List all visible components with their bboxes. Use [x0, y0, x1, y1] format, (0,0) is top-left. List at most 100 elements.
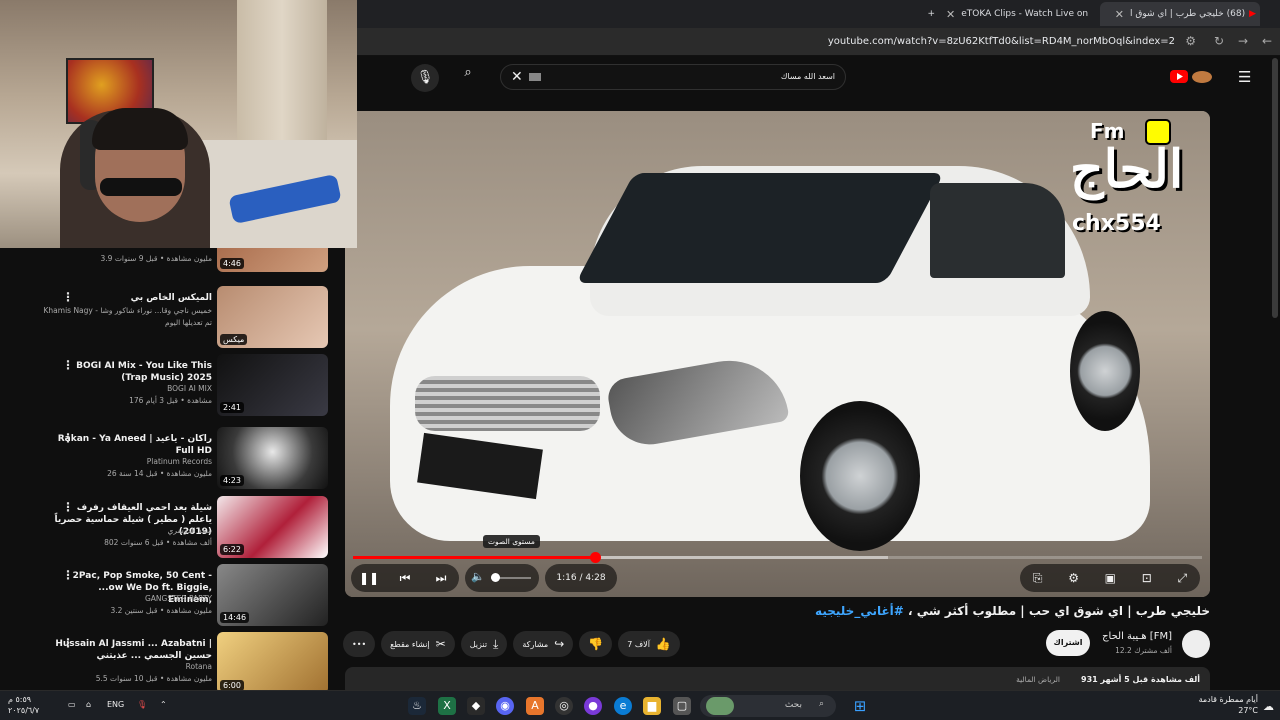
search-icon: ⌕	[464, 65, 472, 80]
task-view-icon[interactable]: ▢	[673, 697, 691, 715]
more-options-icon[interactable]: ⋮	[62, 358, 74, 372]
cast-icon[interactable]: ⊡	[1142, 571, 1152, 585]
channel-name[interactable]: Rotana	[42, 662, 212, 671]
channel-name[interactable]: GANGSTER PARTY	[42, 594, 212, 603]
obs-icon[interactable]: ◎	[555, 697, 573, 715]
video-title[interactable]: الميكس الخاص بي	[52, 292, 212, 304]
video-thumbnail[interactable]: 4:46	[217, 248, 328, 272]
weather-widget[interactable]: أيام ممطرة قادمة 27°C	[1199, 694, 1258, 716]
volume-control[interactable]: 🔈	[465, 564, 539, 592]
thumbs-down-icon: 👎	[588, 637, 604, 651]
tray-overflow-icon[interactable]: ⌃	[160, 700, 167, 709]
keyboard-icon[interactable]	[529, 73, 541, 81]
volume-handle[interactable]	[491, 573, 500, 582]
share-button[interactable]: مشاركة ↪	[513, 631, 574, 657]
channel-avatar[interactable]	[1182, 630, 1210, 658]
previous-button[interactable]: ⏮	[387, 564, 423, 592]
list-item[interactable]: 6:00 Hussain Al Jassmi ... Azabatni | حس…	[0, 632, 340, 690]
channel-name[interactable]: سعد الدوسري	[42, 526, 212, 535]
streamlabs-icon[interactable]: A	[526, 697, 544, 715]
video-title[interactable]: Rakan - Ya Aneed | راكان - ياعيد Full HD	[52, 433, 212, 457]
notification-icon[interactable]: ▭	[68, 700, 76, 709]
search-value: اسعد الله مساك	[780, 72, 835, 81]
more-options-icon[interactable]: ⋮	[62, 636, 74, 650]
channel-name[interactable]: BOGI AI MIX	[42, 384, 212, 393]
subtitles-icon[interactable]: ⎘	[1033, 571, 1043, 586]
search-input[interactable]: ✕ اسعد الله مساك	[500, 64, 846, 90]
hamburger-menu-icon[interactable]: ☰	[1238, 68, 1251, 86]
hashtag-link[interactable]: #أغاني_خليجيه	[815, 604, 904, 618]
file-explorer-icon[interactable]: ▆	[643, 697, 661, 715]
car-windshield	[575, 173, 945, 283]
chrome-canary-icon[interactable]: ●	[584, 697, 602, 715]
mic-icon: 🎙	[416, 70, 434, 85]
video-thumbnail[interactable]: 14:46	[217, 564, 328, 626]
voice-search-button[interactable]: 🎙	[411, 64, 439, 92]
progress-bar[interactable]	[353, 552, 1202, 563]
video-player[interactable]: Fm الحاج chx554 مستوى الصوت ❚❚ ⏮ ⏭ 🔈 1:1…	[345, 111, 1210, 597]
tab-active[interactable]: ▶ (68) خليجي طرب | اي شوق ا ✕	[1100, 2, 1260, 26]
more-actions-button[interactable]: •••	[343, 631, 376, 657]
pause-button[interactable]: ❚❚	[351, 564, 387, 592]
microphone-tray-icon[interactable]: 🎙	[137, 700, 147, 709]
close-tab-icon[interactable]: ✕	[1115, 8, 1124, 21]
url-field[interactable]: youtube.com/watch?v=8zU62KtfTd0&list=RD4…	[828, 36, 1175, 47]
list-item[interactable]: 14:46 2Pac, Pop Smoke, 50 Cent - ...ow W…	[0, 564, 340, 630]
steam-icon[interactable]: ♨	[408, 697, 426, 715]
list-item[interactable]: 6:22 شيلة بعد احمي العيقاف رفرف ياعلم ( …	[0, 496, 340, 562]
reload-icon[interactable]: ↻	[1214, 34, 1224, 48]
taskbar: ٥:٥٩ م ٢٠٢٥/٦/٧ ▭ ⌂ ENG 🎙 ⌃ ♨ X ◆ ◉ A ◎ …	[0, 690, 1280, 720]
more-options-icon[interactable]: ⋮	[62, 290, 74, 304]
forward-icon[interactable]: →	[1238, 34, 1248, 48]
channel-name[interactable]: هـيبة الحاج [FM]	[1102, 631, 1172, 642]
video-thumbnail[interactable]: ميكس	[217, 286, 328, 348]
fullscreen-icon[interactable]: ⤢	[1178, 571, 1188, 586]
subscribe-button[interactable]: اشتراك	[1046, 630, 1090, 656]
tab-inactive[interactable]: ✕ eTOKA Clips - Watch Live on K K	[940, 2, 1090, 26]
network-icon[interactable]: ⌂	[86, 700, 91, 709]
like-button[interactable]: 7 آلاف 👍	[618, 631, 680, 657]
video-thumbnail[interactable]: 4:23	[217, 427, 328, 489]
dislike-button[interactable]: 👎	[579, 631, 613, 657]
close-tab-icon[interactable]: ✕	[946, 8, 955, 21]
youtube-logo[interactable]	[1170, 68, 1212, 84]
clear-search-icon[interactable]: ✕	[511, 69, 523, 85]
settings-gear-icon[interactable]: ⚙	[1068, 571, 1079, 585]
windows-start-icon[interactable]: ⊞	[851, 697, 869, 715]
next-button[interactable]: ⏭	[423, 564, 459, 592]
list-item[interactable]: 4:46 3.9 مليون مشاهدة • قبل 9 سنوات	[0, 248, 340, 276]
video-title[interactable]: Hussain Al Jassmi ... Azabatni | حسين ال…	[52, 638, 212, 662]
edge-icon[interactable]: e	[614, 697, 632, 715]
description-tags: الرياض المالية	[1016, 675, 1060, 684]
front-wheel	[800, 401, 920, 551]
video-title[interactable]: BOGI AI Mix - You Like This (Trap Music)…	[52, 360, 212, 384]
volume-icon[interactable]: 🔈	[471, 570, 485, 583]
search-button[interactable]: ⌕	[455, 65, 481, 91]
channel-name[interactable]: Platinum Records	[42, 457, 212, 466]
miniplayer-icon[interactable]: ▣	[1105, 571, 1116, 585]
scrubber-handle[interactable]	[589, 552, 601, 563]
more-options-icon[interactable]: ⋮	[62, 431, 74, 445]
video-thumbnail[interactable]: 6:22	[217, 496, 328, 558]
channel-name[interactable]: Khamis Nagy - خميس ناجي وقا... نوراء شاك…	[42, 306, 213, 315]
download-button[interactable]: تنزيل ⤓	[460, 631, 508, 657]
language-indicator[interactable]: ENG	[107, 700, 124, 709]
back-icon[interactable]: ←	[1262, 34, 1272, 48]
discord-icon[interactable]: ◉	[496, 697, 514, 715]
clock[interactable]: ٥:٥٩ م ٢٠٢٥/٦/٧	[8, 694, 39, 716]
list-item[interactable]: 2:41 BOGI AI Mix - You Like This (Trap M…	[0, 354, 340, 420]
list-item[interactable]: 4:23 Rakan - Ya Aneed | راكان - ياعيد Fu…	[0, 427, 340, 493]
video-thumbnail[interactable]: 2:41	[217, 354, 328, 416]
video-thumbnail[interactable]: 6:00	[217, 632, 328, 690]
excel-icon[interactable]: X	[438, 697, 456, 715]
list-item[interactable]: ميكس الميكس الخاص بي Khamis Nagy - خميس …	[0, 286, 340, 352]
site-settings-icon[interactable]: ⚙	[1185, 34, 1196, 48]
more-options-icon[interactable]: ⋮	[62, 500, 74, 514]
clip-button[interactable]: إنشاء مقطع ✂	[381, 631, 455, 657]
capcut-icon[interactable]: ◆	[467, 697, 485, 715]
page-scrollbar[interactable]	[1272, 58, 1278, 318]
new-tab-button[interactable]: +	[927, 2, 935, 26]
taskbar-search[interactable]: بحث ⌕	[700, 695, 836, 717]
more-options-icon[interactable]: ⋮	[62, 568, 74, 582]
clock-date: ٢٠٢٥/٦/٧	[8, 706, 40, 715]
